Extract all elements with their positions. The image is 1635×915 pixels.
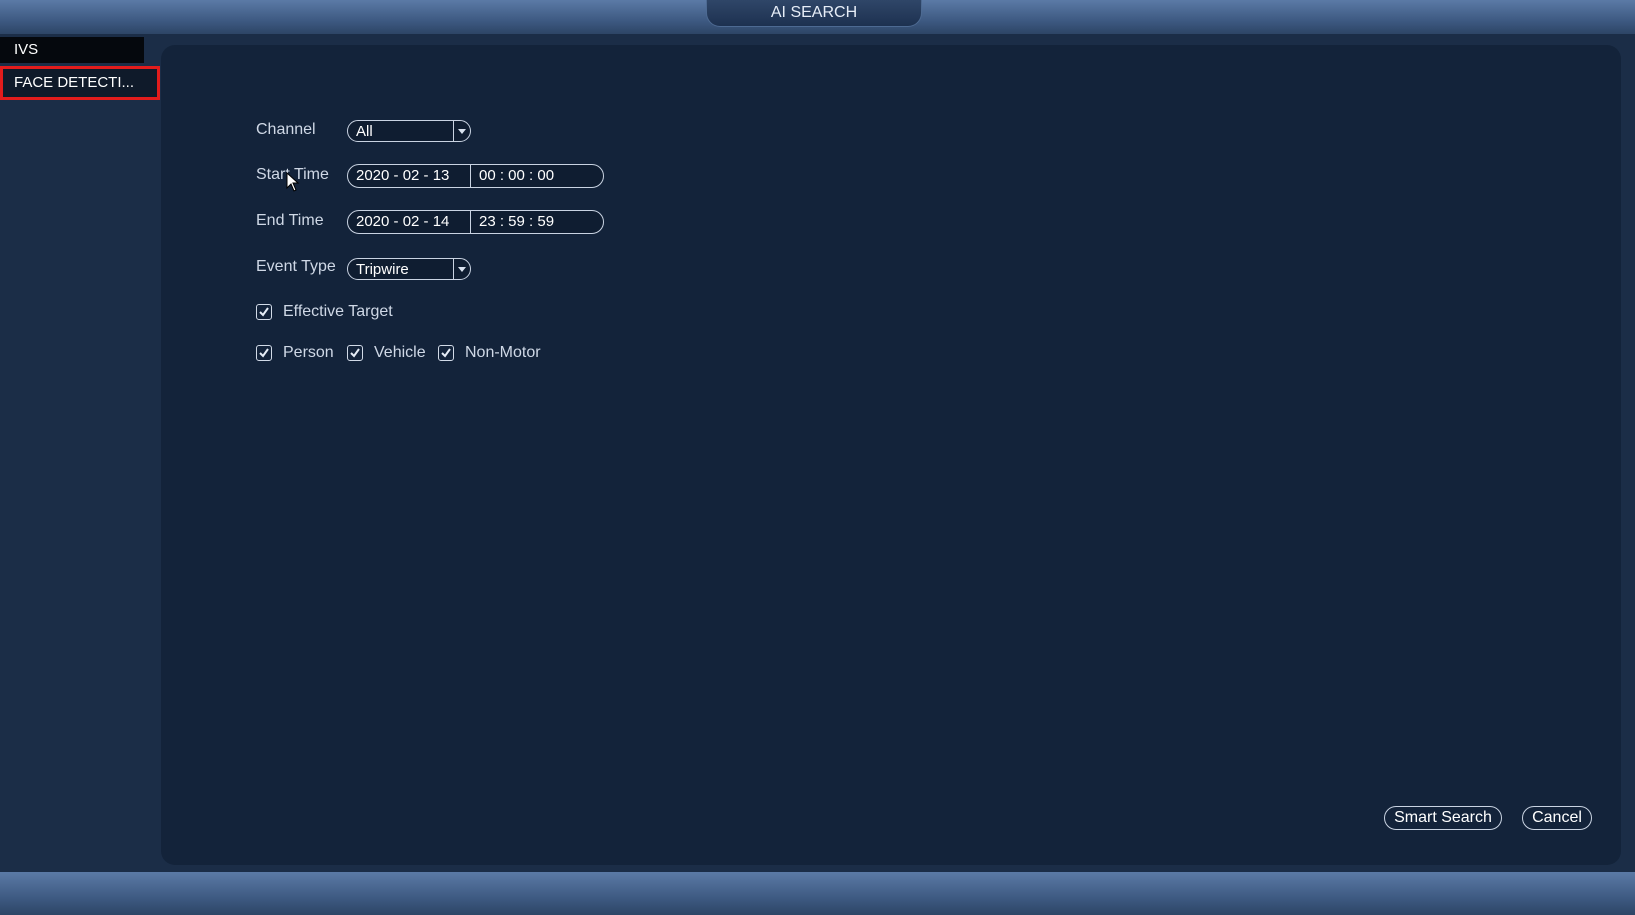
channel-value: All	[356, 123, 373, 140]
channel-select[interactable]: All	[347, 120, 471, 142]
person-checkbox[interactable]	[256, 345, 272, 361]
start-time-field: 2020 - 02 - 13 00 : 00 : 00	[347, 164, 604, 188]
vehicle-checkbox[interactable]	[347, 345, 363, 361]
event-type-value: Tripwire	[356, 261, 409, 278]
date-time-divider	[470, 165, 471, 187]
top-bar: AI SEARCH	[0, 0, 1635, 34]
end-time-label: End Time	[256, 212, 324, 229]
sidebar: IVS FACE DETECTI...	[0, 34, 160, 872]
end-time-input[interactable]: 23 : 59 : 59	[479, 211, 589, 233]
smart-search-button[interactable]: Smart Search	[1384, 806, 1502, 830]
vehicle-label: Vehicle	[374, 344, 426, 361]
event-type-label: Event Type	[256, 258, 336, 275]
date-time-divider	[470, 211, 471, 233]
start-date-input[interactable]: 2020 - 02 - 13	[356, 165, 468, 187]
checkmark-icon	[441, 348, 451, 358]
cancel-button[interactable]: Cancel	[1522, 806, 1592, 830]
effective-target-checkbox[interactable]	[256, 304, 272, 320]
non-motor-label: Non-Motor	[465, 344, 541, 361]
end-date-input[interactable]: 2020 - 02 - 14	[356, 211, 468, 233]
chevron-down-icon	[453, 121, 470, 141]
sidebar-item-ivs[interactable]: IVS	[0, 37, 144, 63]
person-label: Person	[283, 344, 334, 361]
sidebar-item-face-detection[interactable]: FACE DETECTI...	[0, 66, 160, 100]
search-panel: Channel All Start Time 2020 - 02 - 13 00…	[161, 45, 1621, 865]
bottom-bar	[0, 872, 1635, 915]
checkmark-icon	[350, 348, 360, 358]
chevron-down-icon	[453, 259, 470, 279]
start-time-input[interactable]: 00 : 00 : 00	[479, 165, 589, 187]
mouse-cursor-icon	[286, 172, 300, 192]
checkmark-icon	[259, 307, 269, 317]
end-time-field: 2020 - 02 - 14 23 : 59 : 59	[347, 210, 604, 234]
non-motor-checkbox[interactable]	[438, 345, 454, 361]
window-title: AI SEARCH	[706, 0, 922, 27]
channel-label: Channel	[256, 121, 316, 138]
checkmark-icon	[259, 348, 269, 358]
event-type-select[interactable]: Tripwire	[347, 258, 471, 280]
effective-target-label: Effective Target	[283, 303, 393, 320]
